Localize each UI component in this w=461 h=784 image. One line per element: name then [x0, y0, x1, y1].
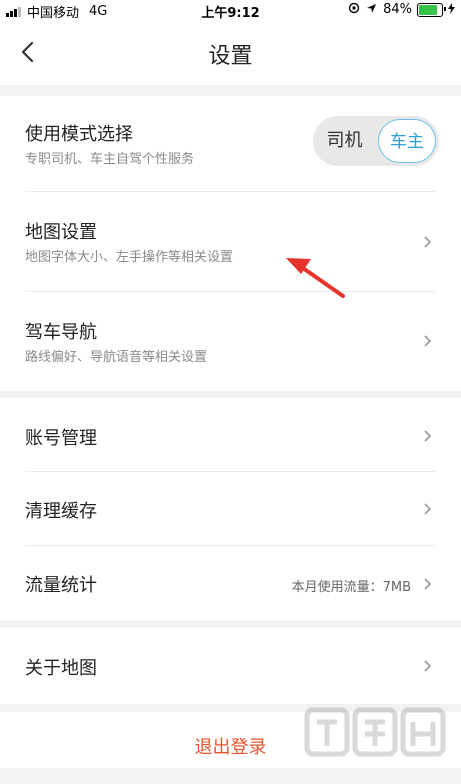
traffic-stats-title: 流量统计	[25, 575, 97, 596]
account-row[interactable]: 账号管理	[0, 398, 461, 472]
map-settings-title: 地图设置	[25, 222, 97, 243]
chevron-right-icon	[424, 578, 432, 590]
page-title: 设置	[208, 44, 253, 69]
status-right: 84%	[348, 2, 455, 17]
battery-percent: 84%	[383, 2, 412, 17]
status-bar: 中国移动 4G 上午9:12 84%	[0, 0, 461, 21]
account-title: 账号管理	[25, 428, 97, 449]
settings-group-account: 账号管理 清理缓存 流量统计 本月使用流量：7MB	[0, 398, 461, 620]
mode-option-driver[interactable]: 司机	[313, 116, 376, 166]
charging-icon	[448, 2, 455, 17]
about-row[interactable]: 关于地图	[0, 628, 461, 704]
about-title: 关于地图	[25, 658, 97, 679]
settings-group-about: 关于地图	[0, 628, 461, 704]
driving-nav-row[interactable]: 驾车导航 路线偏好、导航语音等相关设置	[0, 292, 461, 391]
watermark-logo	[304, 707, 446, 757]
orientation-lock-icon	[348, 2, 360, 17]
mode-toggle[interactable]: 司机 车主	[313, 116, 439, 166]
driving-nav-title: 驾车导航	[25, 322, 97, 343]
driving-nav-subtitle: 路线偏好、导航语音等相关设置	[25, 350, 208, 365]
settings-group-main: 使用模式选择 专职司机、车主自驾个性服务 司机 车主 地图设置 地图字体大小、左…	[0, 96, 461, 391]
chevron-right-icon	[424, 503, 432, 515]
mode-select-row: 使用模式选择 专职司机、车主自驾个性服务 司机 车主	[0, 96, 461, 192]
traffic-stats-value: 本月使用流量：7MB	[291, 580, 411, 595]
mode-select-title: 使用模式选择	[25, 124, 133, 145]
clear-cache-title: 清理缓存	[25, 501, 97, 522]
battery-icon	[417, 2, 446, 17]
mode-option-owner[interactable]: 车主	[378, 119, 436, 163]
traffic-stats-row[interactable]: 流量统计 本月使用流量：7MB	[0, 546, 461, 620]
chevron-right-icon	[424, 335, 432, 347]
map-settings-row[interactable]: 地图设置 地图字体大小、左手操作等相关设置	[0, 192, 461, 292]
map-settings-subtitle: 地图字体大小、左手操作等相关设置	[25, 250, 234, 265]
clear-cache-row[interactable]: 清理缓存	[0, 472, 461, 546]
nav-bar: 设置	[0, 20, 461, 85]
location-icon	[366, 3, 377, 17]
chevron-right-icon	[424, 660, 432, 672]
mode-select-subtitle: 专职司机、车主自驾个性服务	[25, 152, 195, 167]
chevron-right-icon	[424, 236, 432, 248]
chevron-right-icon	[424, 430, 432, 442]
